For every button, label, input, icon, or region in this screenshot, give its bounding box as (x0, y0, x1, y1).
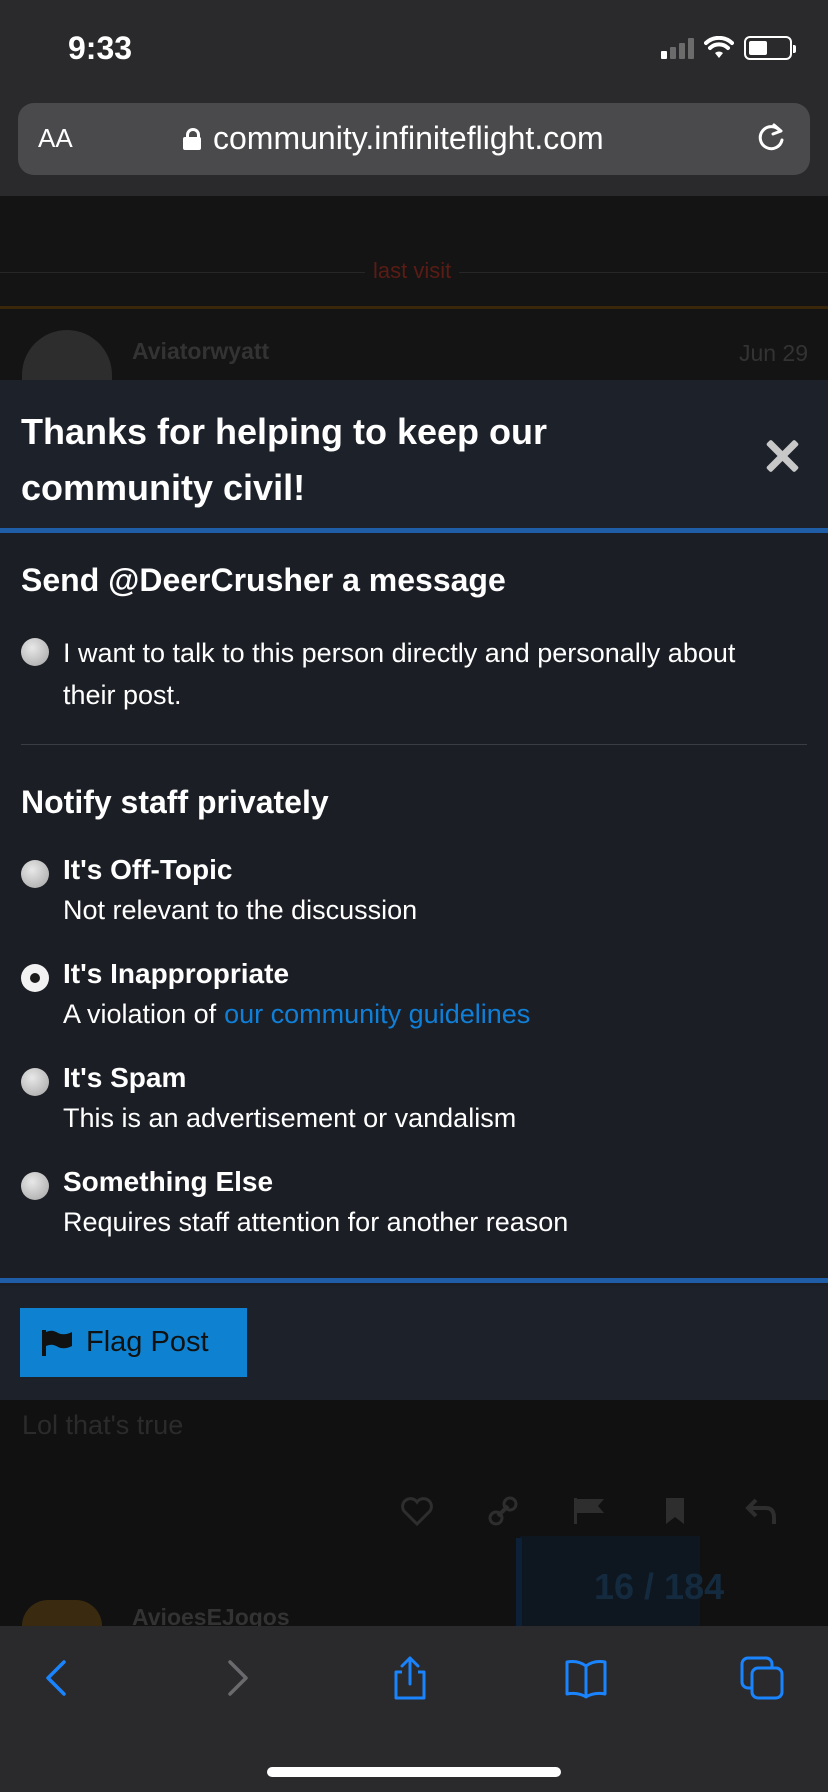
flag-icon (42, 1329, 72, 1356)
something-else-title: Something Else (63, 1166, 274, 1197)
off-topic-title: It's Off-Topic (63, 854, 233, 885)
text-size-button[interactable]: AA (38, 123, 73, 154)
section-divider (21, 744, 807, 745)
cellular-signal-icon (661, 37, 694, 59)
forward-icon[interactable] (214, 1656, 258, 1700)
reply-icon (745, 1498, 776, 1524)
url-display[interactable]: community.infiniteflight.com (183, 120, 604, 157)
back-icon[interactable] (36, 1656, 80, 1700)
modal-header: Thanks for helping to keep our community… (0, 380, 828, 528)
bookmarks-icon[interactable] (564, 1656, 608, 1700)
something-else-radio[interactable] (21, 1172, 49, 1200)
modal-title: Thanks for helping to keep our community… (21, 411, 548, 508)
reload-icon[interactable] (754, 121, 788, 155)
modal-footer: Flag Post (0, 1286, 828, 1400)
page-background-top (0, 196, 828, 380)
inappropriate-description: A violation of our community guidelines (63, 999, 530, 1030)
spam-description: This is an advertisement or vandalism (63, 1103, 517, 1133)
inappropriate-title: It's Inappropriate (63, 958, 290, 989)
reply-text: Lol that's true (22, 1410, 184, 1440)
off-topic-description: Not relevant to the discussion (63, 895, 418, 925)
flag-post-label: Flag Post (86, 1326, 209, 1358)
inappropriate-radio[interactable] (21, 964, 49, 992)
status-icons (661, 36, 796, 60)
home-indicator (267, 1767, 561, 1777)
browser-top-bar: 9:33 AA community.infiniteflight.com (0, 0, 828, 196)
footer-divider (0, 1278, 828, 1283)
something-else-description: Requires staff attention for another rea… (63, 1207, 569, 1237)
link-icon (488, 1496, 518, 1526)
wifi-icon (704, 36, 734, 58)
spam-title: It's Spam (63, 1062, 187, 1093)
spam-radio[interactable] (21, 1068, 49, 1096)
post-actions (400, 1496, 778, 1526)
flag-post-button[interactable]: Flag Post (20, 1308, 247, 1377)
last-visit-marker (0, 306, 828, 309)
tabs-icon[interactable] (740, 1656, 784, 1700)
post-username: Aviatorwyatt (132, 338, 270, 364)
off-topic-radio[interactable] (21, 860, 49, 888)
post-counter: 16 / 184 (594, 1566, 725, 1607)
battery-icon (744, 36, 796, 60)
message-radio[interactable] (21, 638, 49, 666)
address-bar[interactable]: AA community.infiniteflight.com (18, 103, 810, 175)
inappropriate-description-text: A violation of (63, 999, 217, 1029)
timeline-bar (516, 1538, 522, 1626)
url-text: community.infiniteflight.com (213, 120, 604, 156)
bookmark-icon (666, 1498, 684, 1524)
post-date: Jun 29 (738, 340, 808, 366)
message-option-text: I want to talk to this person directly a… (63, 638, 736, 710)
flag-modal: Thanks for helping to keep our community… (0, 380, 828, 1400)
close-icon[interactable] (764, 438, 800, 474)
avatar (22, 1600, 102, 1626)
share-icon[interactable] (388, 1656, 432, 1700)
last-visit-label: last visit (365, 258, 460, 284)
community-guidelines-link[interactable]: our community guidelines (224, 999, 530, 1029)
status-time: 9:33 (68, 30, 133, 66)
lock-icon (183, 127, 201, 150)
flag-icon (574, 1498, 604, 1524)
like-icon (401, 1497, 433, 1526)
header-divider (0, 528, 828, 533)
message-section-title: Send @DeerCrusher a message (21, 562, 506, 598)
staff-section-title: Notify staff privately (21, 784, 329, 820)
